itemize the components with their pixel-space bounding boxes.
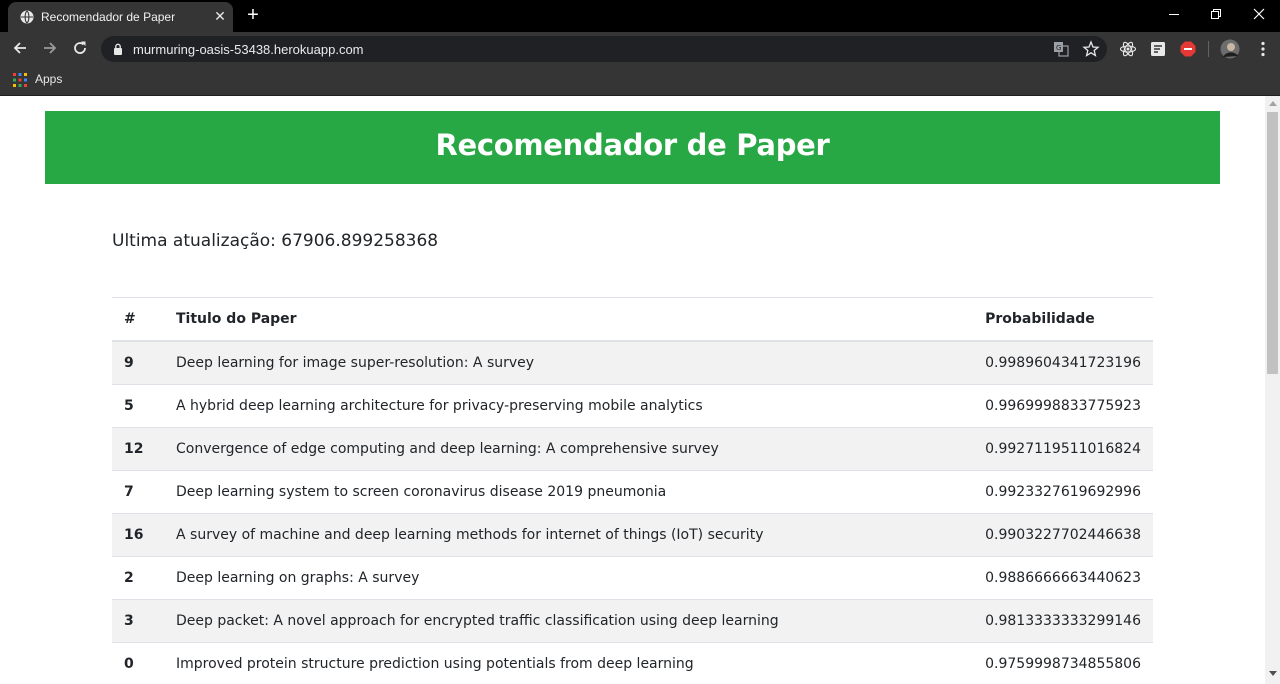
row-title: Improved protein structure prediction us…	[164, 642, 974, 684]
row-probability: 0.9989604341723196	[973, 340, 1153, 385]
page-title: Recomendador de Paper	[435, 128, 830, 162]
row-title: Deep learning on graphs: A survey	[164, 556, 974, 600]
reload-icon[interactable]	[69, 38, 91, 60]
tab-title: Recomendador de Paper	[41, 10, 176, 24]
last-update: Ultima atualização: 67906.899258368	[112, 231, 438, 251]
toolbar-separator	[1208, 41, 1209, 57]
row-probability: 0.9813333333299146	[973, 599, 1153, 643]
row-index: 12	[112, 427, 164, 471]
row-title: Deep packet: A novel approach for encryp…	[164, 599, 974, 643]
back-icon[interactable]	[9, 38, 31, 60]
update-value: 67906.899258368	[281, 231, 439, 251]
row-index: 9	[112, 340, 164, 385]
table-row: 16 A survey of machine and deep learning…	[112, 513, 1153, 557]
row-index: 7	[112, 470, 164, 514]
table-header-row: # Titulo do Paper Probabilidade	[112, 297, 1153, 342]
row-index: 3	[112, 599, 164, 643]
menu-kebab-icon[interactable]	[1254, 40, 1272, 58]
row-probability: 0.9969998833775923	[973, 384, 1153, 428]
row-title: A survey of machine and deep learning me…	[164, 513, 974, 557]
close-icon[interactable]: ✕	[212, 8, 228, 24]
react-devtools-icon[interactable]	[1119, 40, 1137, 58]
row-probability: 0.9759998734855806	[973, 642, 1153, 684]
row-index: 5	[112, 384, 164, 428]
row-probability: 0.9927119511016824	[973, 427, 1153, 471]
table-row: 7 Deep learning system to screen coronav…	[112, 470, 1153, 514]
row-index: 2	[112, 556, 164, 600]
row-index: 16	[112, 513, 164, 557]
table-row: 2 Deep learning on graphs: A survey 0.98…	[112, 556, 1153, 600]
row-title: Deep learning for image super-resolution…	[164, 340, 974, 385]
scroll-down-arrow-icon[interactable]	[1269, 671, 1277, 676]
update-label: Ultima atualização:	[112, 231, 276, 251]
star-icon[interactable]	[1082, 40, 1100, 58]
restore-icon[interactable]	[1202, 4, 1230, 26]
row-index: 0	[112, 642, 164, 684]
row-title: Convergence of edge computing and deep l…	[164, 427, 974, 471]
table-row: 5 A hybrid deep learning architecture fo…	[112, 384, 1153, 428]
scroll-thumb[interactable]	[1267, 112, 1278, 374]
translate-icon[interactable]: G	[1053, 41, 1069, 57]
close-window-icon[interactable]	[1245, 4, 1273, 26]
forward-icon[interactable]	[39, 38, 61, 60]
bookmark-apps[interactable]: Apps	[35, 72, 62, 86]
column-header-title: Titulo do Paper	[164, 297, 974, 342]
column-header-index: #	[112, 297, 164, 342]
globe-icon	[20, 10, 34, 24]
adblock-icon[interactable]	[1179, 40, 1197, 58]
avatar[interactable]	[1220, 39, 1240, 59]
table-row: 9 Deep learning for image super-resoluti…	[112, 340, 1153, 385]
bookmarks-bar: Apps	[0, 66, 1280, 96]
lock-icon	[114, 43, 122, 55]
browser-toolbar: murmuring-oasis-53438.herokuapp.com G	[0, 32, 1280, 66]
row-title: Deep learning system to screen coronavir…	[164, 470, 974, 514]
row-title: A hybrid deep learning architecture for …	[164, 384, 974, 428]
header-banner: Recomendador de Paper	[45, 111, 1220, 184]
column-header-probability: Probabilidade	[973, 297, 1153, 342]
table-row: 12 Convergence of edge computing and dee…	[112, 427, 1153, 471]
title-bar: Recomendador de Paper ✕ +	[0, 0, 1280, 32]
extension-icon[interactable]	[1149, 40, 1167, 58]
svg-text:G: G	[1056, 44, 1061, 52]
page-viewport: Recomendador de Paper Ultima atualização…	[0, 96, 1265, 684]
apps-grid-icon[interactable]	[13, 73, 27, 87]
address-bar[interactable]: murmuring-oasis-53438.herokuapp.com G	[101, 36, 1107, 62]
vertical-scrollbar[interactable]	[1265, 96, 1280, 684]
plus-icon[interactable]: +	[243, 5, 263, 25]
row-probability: 0.9903227702446638	[973, 513, 1153, 557]
row-probability: 0.9886666663440623	[973, 556, 1153, 600]
url-text: murmuring-oasis-53438.herokuapp.com	[133, 42, 364, 57]
table-row: 3 Deep packet: A novel approach for encr…	[112, 599, 1153, 643]
scroll-up-arrow-icon[interactable]	[1269, 101, 1277, 106]
browser-tab[interactable]: Recomendador de Paper ✕	[8, 2, 233, 32]
row-probability: 0.9923327619692996	[973, 470, 1153, 514]
minimize-icon[interactable]	[1160, 4, 1188, 26]
table-row: 0 Improved protein structure prediction …	[112, 642, 1153, 684]
papers-table: # Titulo do Paper Probabilidade 9 Deep l…	[112, 297, 1153, 684]
